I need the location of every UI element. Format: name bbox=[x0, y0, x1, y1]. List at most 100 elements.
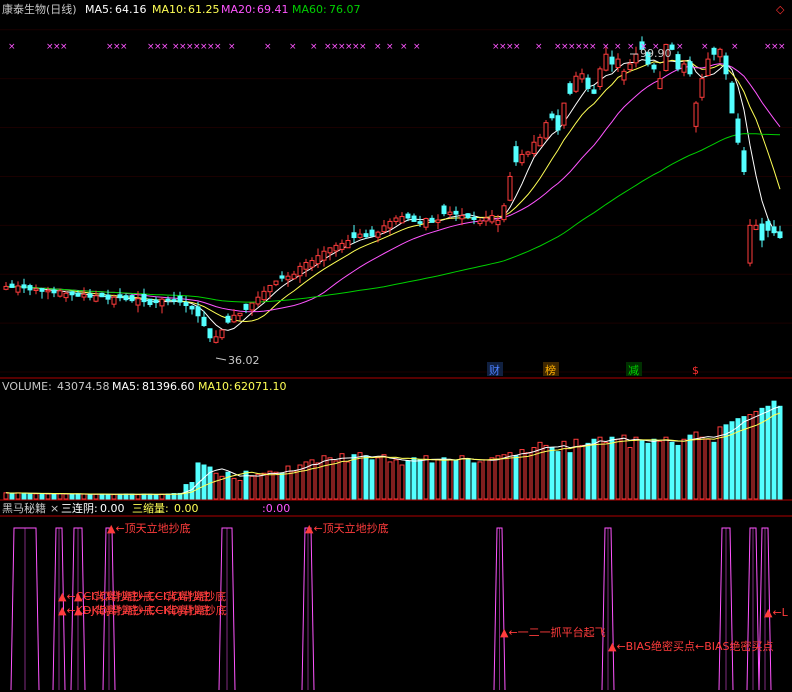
close-icon[interactable]: × bbox=[50, 502, 59, 515]
volume-ma5-label: MA5: bbox=[112, 380, 140, 393]
indicator-signal-label: ▲←顶天立地抄底 bbox=[107, 521, 191, 535]
volume-bar bbox=[579, 444, 585, 500]
volume-bar bbox=[615, 438, 621, 500]
volume-bar bbox=[495, 455, 501, 500]
volume-bar bbox=[267, 470, 273, 500]
candle-body bbox=[525, 151, 531, 155]
event-tag-list[interactable]: 榜 bbox=[545, 363, 556, 377]
low-price-label: 36.02 bbox=[228, 354, 260, 367]
top-x-marker: × bbox=[589, 42, 597, 52]
volume-bar bbox=[435, 459, 441, 500]
candle-body bbox=[279, 275, 285, 279]
candle-body bbox=[435, 219, 441, 223]
volume-bar bbox=[417, 459, 423, 500]
volume-bar bbox=[423, 455, 429, 500]
candle-body bbox=[51, 289, 57, 294]
volume-bar bbox=[453, 459, 459, 500]
ma5-value: 64.16 bbox=[115, 3, 147, 16]
candle-body bbox=[255, 296, 261, 305]
candle-body bbox=[171, 299, 177, 302]
volume-bars bbox=[3, 400, 783, 500]
volume-bar bbox=[465, 458, 471, 500]
candle-body bbox=[747, 224, 753, 264]
top-x-marker: × bbox=[614, 42, 622, 52]
volume-bar bbox=[201, 464, 207, 500]
volume-bar bbox=[441, 457, 447, 500]
third-value: :0.00 bbox=[262, 502, 290, 515]
event-tag-dollar[interactable]: $ bbox=[692, 364, 699, 377]
candle-body bbox=[357, 233, 363, 238]
candle-body bbox=[651, 64, 657, 70]
top-x-marker: × bbox=[778, 42, 786, 52]
volume-bar bbox=[51, 493, 57, 500]
candle-body bbox=[399, 216, 405, 224]
volume-ma10-label: MA10: bbox=[198, 380, 233, 393]
volume-bar bbox=[489, 457, 495, 500]
candle-body bbox=[243, 303, 249, 310]
volume-bar bbox=[369, 459, 375, 500]
candle-body bbox=[555, 115, 561, 131]
candle-body bbox=[105, 294, 111, 300]
candle-body bbox=[609, 56, 615, 65]
candle-body bbox=[453, 210, 459, 215]
top-x-marker: × bbox=[310, 42, 318, 52]
low-price-arrow bbox=[215, 357, 227, 361]
candle-body bbox=[231, 314, 237, 323]
candle-body bbox=[81, 293, 87, 298]
top-x-marker: × bbox=[386, 42, 394, 52]
candle-body bbox=[501, 205, 507, 221]
top-x-marker: × bbox=[627, 42, 635, 52]
candle-body bbox=[75, 292, 81, 297]
volume-bar bbox=[555, 451, 561, 500]
volume-bar bbox=[597, 436, 603, 500]
candlesticks bbox=[3, 36, 783, 344]
candle-body bbox=[153, 299, 159, 304]
candle-body bbox=[411, 215, 417, 222]
event-tags: 财 榜 减 $ bbox=[487, 362, 699, 377]
volume-bar bbox=[693, 431, 699, 500]
candle-body bbox=[465, 213, 471, 219]
volume-bar bbox=[117, 493, 123, 500]
high-price-label: 99.90 bbox=[640, 47, 672, 60]
diamond-icon[interactable]: ◇ bbox=[776, 3, 785, 16]
moving-average-lines bbox=[5, 59, 781, 331]
volume-value: 43074.58 bbox=[57, 380, 110, 393]
candle-body bbox=[531, 141, 537, 154]
candle-body bbox=[45, 289, 51, 293]
event-tag-finance[interactable]: 财 bbox=[489, 363, 500, 377]
volume-bar bbox=[141, 493, 147, 500]
candle-body bbox=[591, 89, 597, 94]
volume-bar bbox=[393, 459, 399, 500]
volume-bar bbox=[81, 493, 87, 500]
volume-bar bbox=[99, 493, 105, 500]
volume-bar bbox=[477, 461, 483, 500]
candle-body bbox=[345, 239, 351, 249]
volume-bar bbox=[9, 492, 15, 500]
candle-body bbox=[375, 231, 381, 238]
candle-body bbox=[447, 211, 453, 216]
candle-body bbox=[159, 298, 165, 307]
volume-bar bbox=[543, 444, 549, 500]
candle-body bbox=[63, 292, 69, 299]
volume-bar bbox=[471, 462, 477, 500]
volume-bar bbox=[411, 457, 417, 500]
ma5-line bbox=[5, 59, 781, 331]
candle-body bbox=[549, 113, 555, 119]
top-x-marker: × bbox=[8, 42, 16, 52]
candle-body bbox=[99, 292, 105, 298]
candle-body bbox=[183, 301, 189, 307]
indicator-signal-label: ▲←一二一抓平台起飞 bbox=[500, 625, 606, 639]
volume-bar bbox=[261, 472, 267, 500]
top-x-marker: × bbox=[359, 42, 367, 52]
candle-body bbox=[195, 306, 201, 317]
volume-bar bbox=[105, 493, 111, 500]
indicator-signals: ▲←顶天立地抄底 ▲←顶天立地抄底▲←CCI背离抄底←CCI背离抄底▲←CCI背离… bbox=[58, 521, 789, 653]
top-x-marker: × bbox=[60, 42, 68, 52]
candle-body bbox=[87, 293, 93, 298]
candle-body bbox=[147, 298, 153, 306]
volume-bar bbox=[45, 493, 51, 500]
event-tag-reduce[interactable]: 减 bbox=[628, 364, 639, 377]
candle-body bbox=[597, 68, 603, 88]
candle-body bbox=[393, 217, 399, 222]
candle-body bbox=[141, 293, 147, 303]
